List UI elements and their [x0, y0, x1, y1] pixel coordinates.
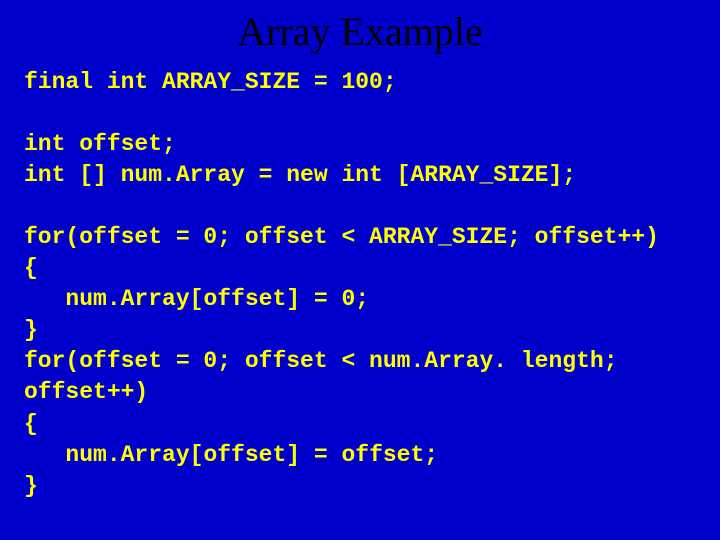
slide: Array Example final int ARRAY_SIZE = 100…	[0, 0, 720, 540]
code-block: final int ARRAY_SIZE = 100; int offset; …	[0, 67, 720, 502]
slide-title: Array Example	[0, 0, 720, 67]
